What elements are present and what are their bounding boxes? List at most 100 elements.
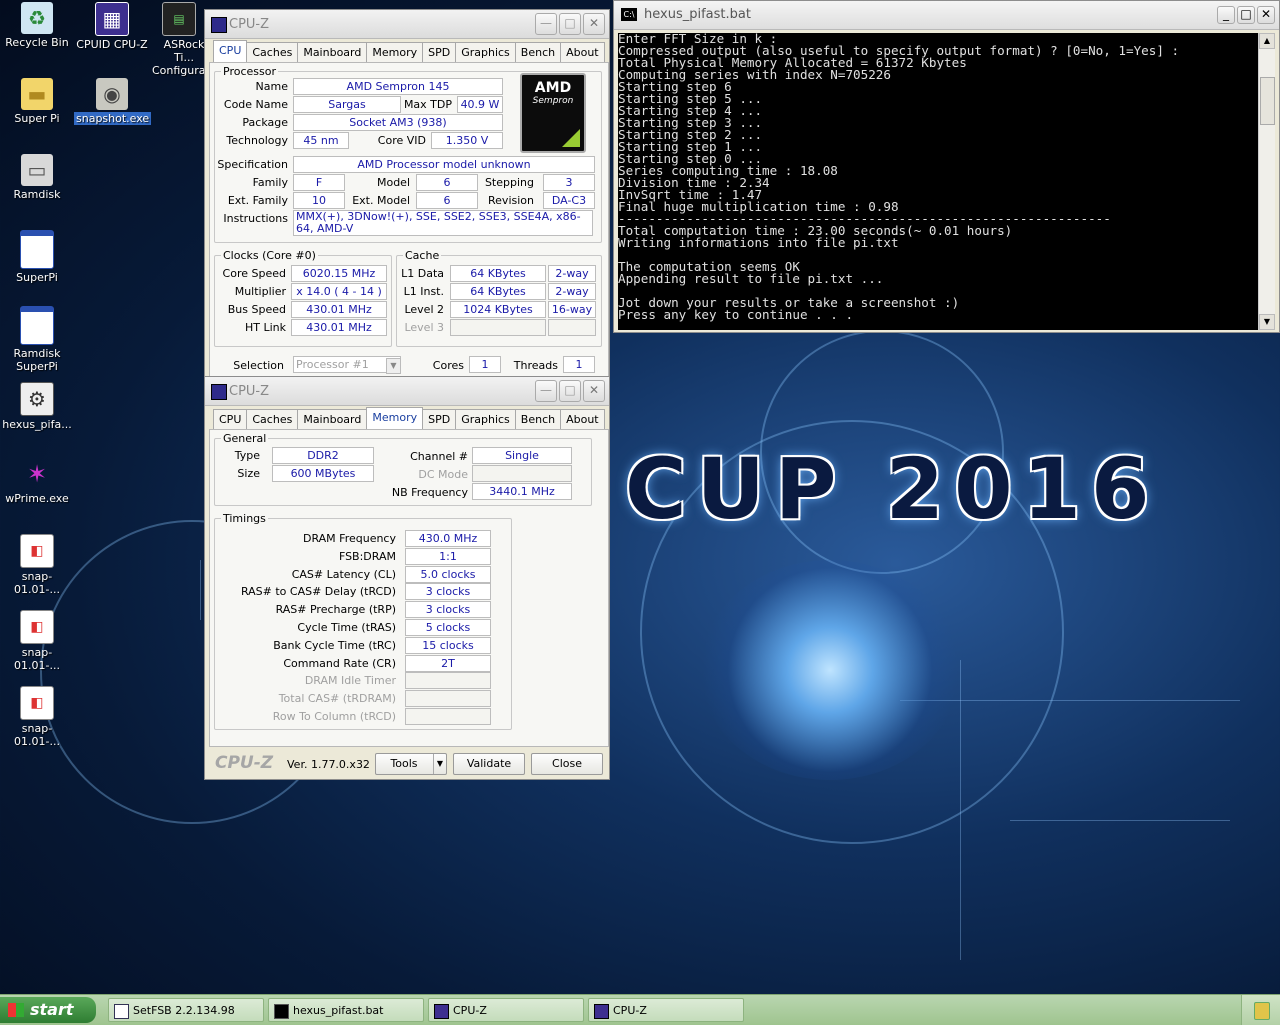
corespeed-label: Core Speed	[222, 267, 286, 280]
cpuz-memory-tabs: CPU Caches Mainboard Memory SPD Graphics…	[213, 407, 605, 431]
desktop-icon-ramdisk[interactable]: ▭ Ramdisk	[0, 154, 75, 201]
desktop-icon-asrock[interactable]: ▤ ASRock Ti... Configura...	[150, 2, 208, 77]
timing-value: 430.0 MHz	[405, 530, 491, 547]
maximize-button[interactable]: □	[559, 13, 581, 35]
name-label: Name	[255, 80, 288, 93]
desktop-icon-label: Ramdisk SuperPi	[13, 347, 61, 373]
close-button[interactable]: ✕	[1257, 6, 1275, 24]
scroll-thumb[interactable]	[1260, 77, 1275, 125]
busspeed-value: 430.01 MHz	[291, 301, 387, 318]
taskbar-item-label: hexus_pifast.bat	[293, 1004, 384, 1017]
desktop-icon-superpi[interactable]: SuperPi	[0, 230, 75, 284]
tab-bench[interactable]: Bench	[514, 42, 562, 64]
desktop-icon-snap-2[interactable]: ◧ snap-01.01-...	[0, 610, 75, 672]
console-icon	[274, 1004, 289, 1019]
extfamily-label: Ext. Family	[227, 194, 288, 207]
desktop-icon-ramdisk-superpi[interactable]: Ramdisk SuperPi	[0, 306, 75, 373]
minimize-button[interactable]: —	[535, 380, 557, 402]
maximize-button[interactable]: □	[559, 380, 581, 402]
console-icon: C:\	[621, 8, 637, 21]
taskbar-item-cpuz-2[interactable]: CPU-Z	[588, 998, 744, 1022]
start-button[interactable]: start	[0, 997, 96, 1023]
desktop-icon-hexus-pifast[interactable]: ⚙ hexus_pifa...	[0, 382, 75, 431]
desktop-icon-cpuz[interactable]: ▦ CPUID CPU-Z	[74, 2, 150, 51]
level3-value	[450, 319, 546, 336]
tab-caches[interactable]: Caches	[246, 409, 299, 431]
close-button[interactable]: ✕	[583, 380, 605, 402]
desktop-icon-super-pi-folder[interactable]: ▬ Super Pi	[0, 78, 75, 125]
close-button[interactable]: ✕	[583, 13, 605, 35]
tab-about[interactable]: About	[560, 42, 605, 64]
tab-memory[interactable]: Memory	[366, 42, 424, 64]
tools-button[interactable]: Tools ▼	[375, 753, 447, 775]
scroll-down-icon[interactable]: ▼	[1259, 314, 1275, 330]
cpuz-memory-window[interactable]: CPU-Z — □ ✕ CPU Caches Mainboard Memory …	[204, 376, 610, 780]
size-value: 600 MBytes	[272, 465, 374, 482]
selection-label: Selection	[233, 359, 284, 372]
timing-label: CAS# Latency (CL)	[291, 567, 396, 581]
taskbar-item-hexus-pifast[interactable]: hexus_pifast.bat	[268, 998, 424, 1022]
desktop-icon-snapshot[interactable]: ◉ snapshot.exe	[74, 78, 152, 125]
l1inst-way: 2-way	[548, 283, 596, 300]
console-window[interactable]: C:\ hexus_pifast.bat _ □ ✕ Enter FFT Siz…	[613, 0, 1280, 333]
taskbar-item-setfsb[interactable]: SetFSB 2.2.134.98	[108, 998, 264, 1022]
tray-shield-icon[interactable]	[1254, 1002, 1270, 1020]
chevron-down-icon[interactable]: ▼	[386, 358, 401, 374]
tab-graphics[interactable]: Graphics	[455, 409, 516, 431]
wprime-icon: ✶	[26, 460, 48, 488]
validate-button[interactable]: Validate	[453, 753, 525, 775]
level2-value: 1024 KBytes	[450, 301, 546, 318]
tab-caches[interactable]: Caches	[246, 42, 299, 64]
cpuz-icon	[211, 384, 227, 400]
version-text: Ver. 1.77.0.x32	[287, 758, 370, 771]
l1data-label: L1 Data	[401, 267, 444, 280]
tab-spd[interactable]: SPD	[422, 42, 457, 64]
close-button[interactable]: Close	[531, 753, 603, 775]
maximize-button[interactable]: □	[1237, 6, 1255, 24]
cpuz-cpu-window[interactable]: CPU-Z — □ ✕ CPU Caches Mainboard Memory …	[204, 9, 610, 385]
timing-value: 3 clocks	[405, 583, 491, 601]
tab-cpu[interactable]: CPU	[213, 409, 248, 431]
camera-icon: ◉	[96, 78, 128, 110]
console-scrollbar[interactable]: ▲ ▼	[1258, 33, 1275, 330]
desktop-icon-snap-1[interactable]: ◧ snap-01.01-...	[0, 534, 75, 596]
tab-cpu[interactable]: CPU	[213, 40, 248, 62]
timing-label: RAS# Precharge (tRP)	[275, 603, 396, 617]
minimize-button[interactable]: —	[535, 13, 557, 35]
tab-graphics[interactable]: Graphics	[455, 42, 516, 64]
image-file-icon: ◧	[20, 686, 54, 720]
chevron-down-icon: ▼	[432, 754, 443, 774]
tab-mainboard[interactable]: Mainboard	[297, 42, 368, 64]
taskbar-item-cpuz-1[interactable]: CPU-Z	[428, 998, 584, 1022]
amd-sempron-logo: AMD Sempron	[520, 73, 586, 153]
corevid-label: Core VID	[377, 134, 426, 147]
selection-dropdown[interactable]: Processor #1	[293, 356, 401, 373]
nbfreq-value: 3440.1 MHz	[472, 483, 572, 500]
minimize-button[interactable]: _	[1217, 6, 1235, 24]
timing-value: 3 clocks	[405, 601, 491, 619]
console-line: Writing informations into file pi.txt	[618, 235, 899, 250]
console-titlebar[interactable]: C:\ hexus_pifast.bat _ □ ✕	[614, 1, 1279, 30]
desktop-icon-snap-3[interactable]: ◧ snap-01.01-...	[0, 686, 75, 748]
general-legend: General	[223, 432, 267, 445]
tab-about[interactable]: About	[560, 409, 605, 431]
wallpaper-title: CUP 2016	[625, 440, 1160, 538]
tab-spd[interactable]: SPD	[422, 409, 457, 431]
instructions-value: MMX(+), 3DNow!(+), SSE, SSE2, SSE3, SSE4…	[293, 210, 593, 236]
cores-label: Cores	[432, 359, 464, 372]
window-icon	[20, 306, 54, 345]
desktop-icon-wprime[interactable]: ✶ wPrime.exe	[0, 458, 75, 505]
stepping-label: Stepping	[484, 176, 534, 189]
l1data-way: 2-way	[548, 265, 596, 282]
desktop-icon-recycle-bin[interactable]: ♻ Recycle Bin	[0, 2, 75, 49]
drive-icon: ▭	[21, 154, 53, 186]
corespeed-value: 6020.15 MHz	[291, 265, 387, 282]
tab-memory[interactable]: Memory	[366, 407, 424, 429]
desktop-icon-label: Super Pi	[14, 112, 60, 125]
desktop-icon-label: ASRock Ti... Configura...	[152, 38, 208, 77]
threads-label: Threads	[513, 359, 558, 372]
tab-mainboard[interactable]: Mainboard	[297, 409, 368, 431]
scroll-up-icon[interactable]: ▲	[1259, 33, 1275, 49]
tab-bench[interactable]: Bench	[514, 409, 562, 431]
console-output[interactable]: Enter FFT Size in k : Compressed output (…	[618, 33, 1259, 330]
